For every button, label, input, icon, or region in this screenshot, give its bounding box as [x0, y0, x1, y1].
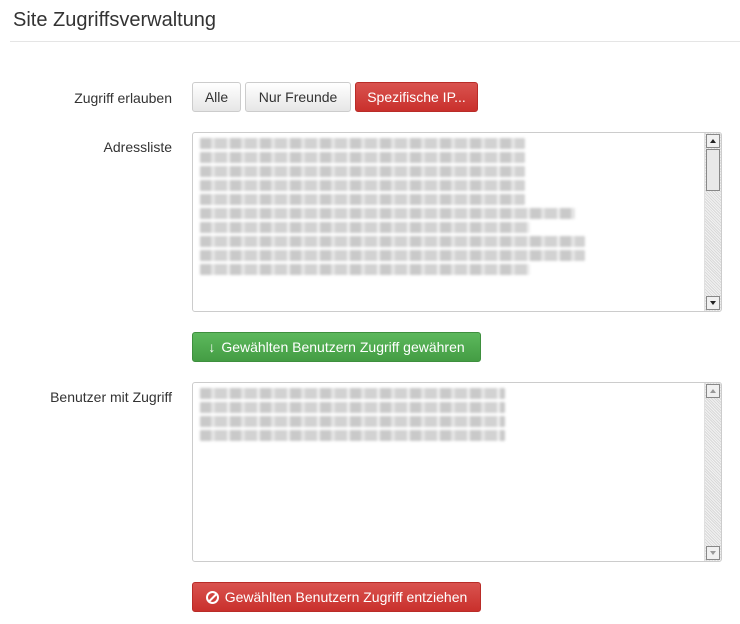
scroll-down-button[interactable] [706, 546, 720, 560]
access-friends-button[interactable]: Nur Freunde [245, 82, 351, 112]
title-divider [10, 41, 740, 42]
grant-access-label: Gewählten Benutzern Zugriff gewähren [221, 339, 465, 355]
arrow-down-icon: ↓ [208, 339, 216, 355]
scroll-thumb[interactable] [706, 149, 720, 191]
scroll-up-button[interactable] [706, 384, 720, 398]
grant-access-button[interactable]: ↓ Gewählten Benutzern Zugriff gewähren [192, 332, 481, 362]
ban-icon [205, 591, 219, 604]
chevron-up-icon [710, 139, 716, 143]
page-title: Site Zugriffsverwaltung [13, 9, 217, 31]
scroll-down-button[interactable] [706, 296, 720, 310]
chevron-down-icon [710, 301, 716, 305]
users-scrollbar[interactable] [704, 383, 721, 561]
address-list-textarea[interactable] [192, 132, 722, 312]
address-list-label: Adressliste [103, 139, 172, 155]
users-redacted-content [200, 388, 505, 444]
access-label: Zugriff erlauben [74, 90, 172, 106]
users-with-access-label: Benutzer mit Zugriff [50, 389, 172, 405]
chevron-down-icon [710, 551, 716, 555]
users-with-access-textarea[interactable] [192, 382, 722, 562]
revoke-access-button[interactable]: Gewählten Benutzern Zugriff entziehen [192, 582, 481, 612]
chevron-up-icon [710, 389, 716, 393]
scroll-up-button[interactable] [706, 134, 720, 148]
access-all-button[interactable]: Alle [192, 82, 241, 112]
access-specific-ip-button[interactable]: Spezifische IP... [355, 82, 478, 112]
address-list-scrollbar[interactable] [704, 133, 721, 311]
address-list-redacted-content [200, 138, 585, 278]
revoke-access-label: Gewählten Benutzern Zugriff entziehen [224, 589, 468, 605]
